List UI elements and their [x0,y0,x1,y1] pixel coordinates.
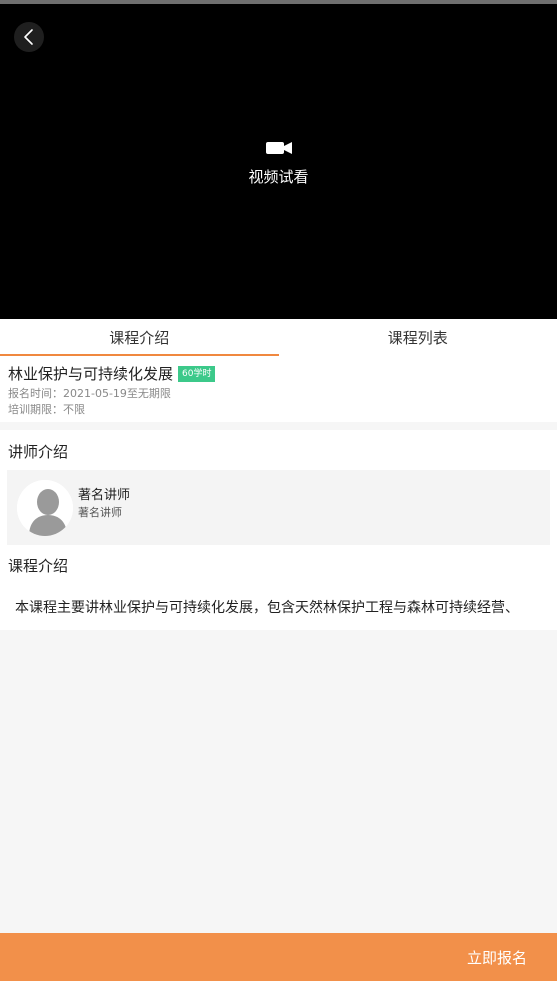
teacher-text: 著名讲师 著名讲师 [78,484,130,520]
enroll-time: 报名时间：2021-05-19至无期限 [8,387,171,400]
tab-course-list[interactable]: 课程列表 [279,319,557,356]
teacher-subtitle: 著名讲师 [78,505,122,519]
intro-section-title: 课程介绍 [8,557,69,575]
teacher-section-title: 讲师介绍 [8,443,69,461]
intro-section: 课程介绍 [0,551,557,630]
video-preview-label: 视频试看 [248,168,309,186]
video-preview[interactable]: 视频试看 [0,140,557,187]
course-intro-text: 本课程主要讲林业保护与可持续化发展，包含天然林保护工程与森林可持续经营、 [15,600,519,616]
bottom-bar: 立即报名 [0,933,557,981]
tab-bar: 课程介绍 课程列表 [0,319,557,356]
course-detail-screen: 视频试看 课程介绍 课程列表 林业保护与可持续化发展 60学时 报名时间：202… [0,0,557,981]
tab-course-intro[interactable]: 课程介绍 [0,319,279,356]
hours-badge: 60学时 [178,365,216,382]
avatar-silhouette-icon [17,479,73,536]
chevron-left-icon [24,29,33,45]
course-title-row: 林业保护与可持续化发展 60学时 [8,363,549,384]
teacher-card[interactable]: 著名讲师 著名讲师 [7,470,550,545]
training-period: 培训期限：不限 [8,403,85,416]
enroll-button[interactable]: 立即报名 [467,947,527,968]
avatar [17,479,73,536]
course-title: 林业保护与可持续化发展 [8,365,174,383]
back-button[interactable] [14,22,44,52]
teacher-name: 著名讲师 [78,487,131,503]
course-info: 林业保护与可持续化发展 60学时 报名时间：2021-05-19至无期限 培训期… [0,356,557,422]
video-camera-icon [265,142,292,154]
video-player[interactable]: 视频试看 [0,4,557,319]
